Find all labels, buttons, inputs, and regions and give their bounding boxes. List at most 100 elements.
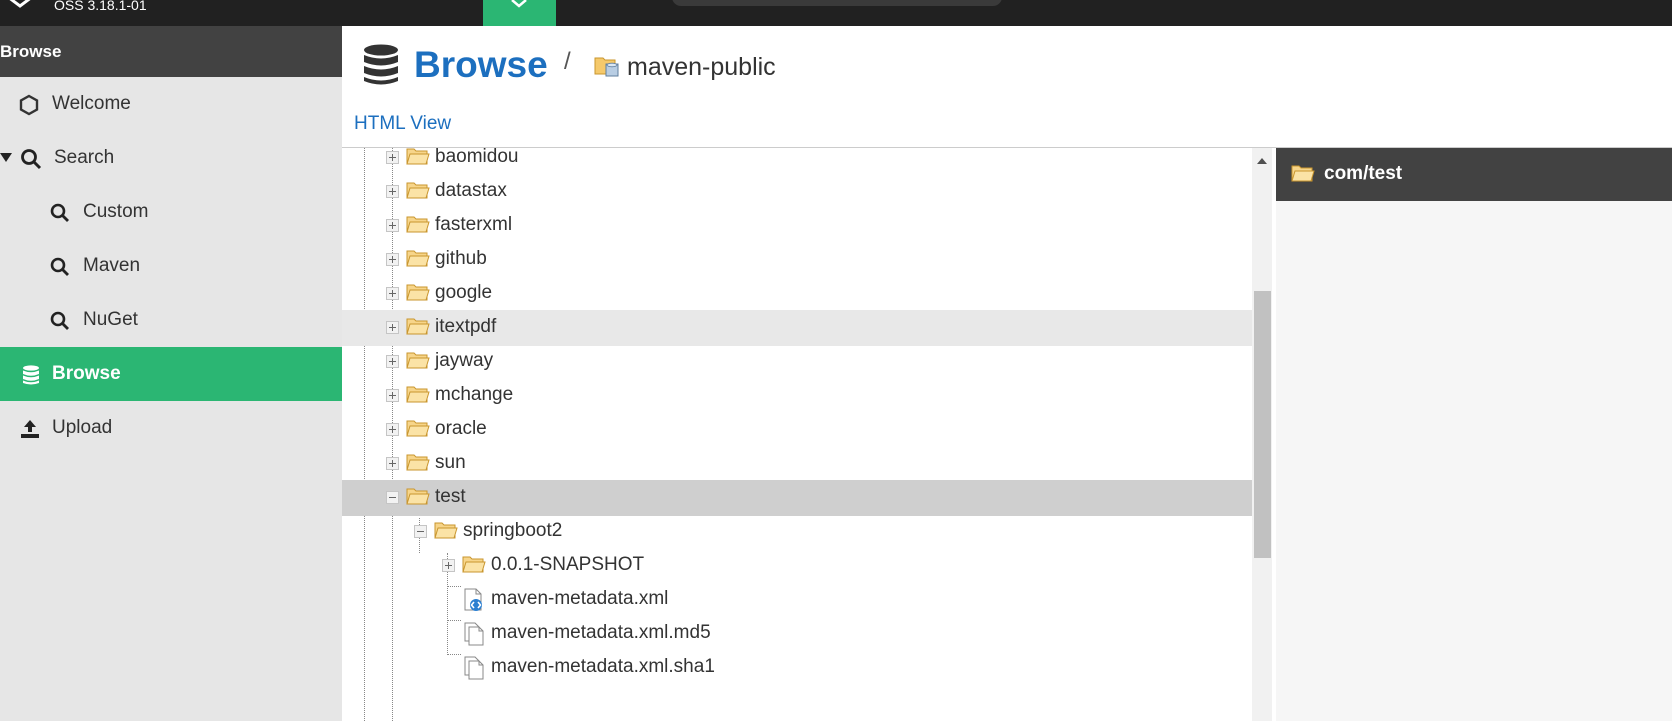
folder-icon <box>462 556 486 573</box>
folder-icon <box>406 182 430 199</box>
folder-icon <box>406 318 430 335</box>
tree-row[interactable]: datastax <box>342 174 1252 210</box>
tree-node-label: github <box>435 248 487 269</box>
folder-icon <box>406 386 430 403</box>
tree-node-label: datastax <box>435 180 507 201</box>
search-icon <box>50 203 69 222</box>
sidebar-item-browse[interactable]: Browse <box>0 347 342 401</box>
top-bar: OSS 3.18.1-01 <box>0 0 1672 26</box>
breadcrumb-separator: / <box>564 48 571 75</box>
tree-node-label: mchange <box>435 384 514 405</box>
sidebar-item-search[interactable]: Search <box>0 131 342 185</box>
tree-row[interactable]: baomidou <box>342 148 1252 176</box>
collapse-icon[interactable] <box>414 525 427 538</box>
sidebar-item-label: Browse <box>52 363 121 384</box>
sidebar-item-welcome[interactable]: Welcome <box>0 77 342 131</box>
expand-icon[interactable] <box>386 151 399 164</box>
tree-node-label: sun <box>435 452 466 473</box>
sidebar-item-label: Maven <box>83 255 141 276</box>
tree-row[interactable]: itextpdf <box>342 310 1252 346</box>
folder-icon <box>406 352 430 369</box>
nexus-logo-icon <box>9 0 31 8</box>
global-search-input[interactable] <box>672 0 1002 6</box>
tree-scrollbar[interactable] <box>1252 148 1272 721</box>
database-icon <box>23 365 39 385</box>
folder-open-icon <box>434 522 458 539</box>
tree-panel[interactable]: baomidou datastax fasterxml github googl… <box>342 148 1252 721</box>
tree-node-label: springboot2 <box>463 520 563 541</box>
expand-icon[interactable] <box>386 321 399 334</box>
hexagon-icon <box>19 94 39 116</box>
tree-row[interactable]: maven-metadata.xml.md5 <box>342 616 1252 652</box>
tree-node-label: test <box>435 486 466 507</box>
folder-icon <box>406 454 430 471</box>
detail-panel: com/test <box>1276 148 1672 721</box>
tree-row-selected[interactable]: test <box>342 480 1252 516</box>
sidebar-item-upload[interactable]: Upload <box>0 401 342 455</box>
tree-row[interactable]: maven-metadata.xml <box>342 582 1252 618</box>
tree-row[interactable]: maven-metadata.xml.sha1 <box>342 650 1252 686</box>
page-title: Browse <box>414 44 548 85</box>
search-icon <box>50 311 69 330</box>
file-icon <box>464 656 484 680</box>
expand-icon[interactable] <box>442 559 455 572</box>
tree-node-label: google <box>435 282 493 303</box>
tree-node-label: maven-metadata.xml.sha1 <box>491 656 715 677</box>
tree-node-label: jayway <box>435 350 494 371</box>
tree-node-label: 0.0.1-SNAPSHOT <box>491 554 645 575</box>
folder-icon <box>406 216 430 233</box>
database-icon <box>364 44 398 85</box>
detail-header: com/test <box>1276 148 1672 201</box>
browse-mode-tab[interactable] <box>483 0 556 26</box>
html-view-link[interactable]: HTML View <box>354 113 451 135</box>
expand-icon[interactable] <box>386 423 399 436</box>
search-icon <box>21 149 42 170</box>
repository-folder-icon <box>594 57 619 77</box>
file-icon <box>464 622 484 646</box>
tree-row[interactable]: sun <box>342 446 1252 482</box>
tree-node-label: maven-metadata.xml.md5 <box>491 622 711 643</box>
content-header: Browse / maven-public HTML View <box>342 26 1672 148</box>
breadcrumb-repository[interactable]: maven-public <box>627 53 776 82</box>
scroll-up-arrow-icon[interactable] <box>1257 158 1267 164</box>
folder-icon <box>406 250 430 267</box>
sidebar-item-label: Custom <box>83 201 149 222</box>
folder-icon <box>406 284 430 301</box>
expand-icon[interactable] <box>386 287 399 300</box>
tree-row[interactable]: springboot2 <box>342 514 1252 550</box>
sidebar-item-maven[interactable]: Maven <box>0 239 342 293</box>
expand-icon[interactable] <box>386 389 399 402</box>
tree-row[interactable]: oracle <box>342 412 1252 448</box>
sidebar-header: Browse <box>0 26 342 77</box>
sidebar-item-label: Search <box>54 147 115 168</box>
folder-icon <box>406 420 430 437</box>
cube-icon <box>511 0 527 8</box>
detail-title: com/test <box>1324 163 1403 184</box>
caret-down-icon[interactable] <box>0 153 12 162</box>
tree-row[interactable]: github <box>342 242 1252 278</box>
collapse-icon[interactable] <box>386 491 399 504</box>
scrollbar-thumb[interactable] <box>1254 291 1271 558</box>
tree-row[interactable]: mchange <box>342 378 1252 414</box>
sidebar-item-label: NuGet <box>83 309 138 330</box>
tree-node-label: fasterxml <box>435 214 513 235</box>
tree-row[interactable]: 0.0.1-SNAPSHOT <box>342 548 1252 584</box>
sidebar-item-custom[interactable]: Custom <box>0 185 342 239</box>
expand-icon[interactable] <box>386 185 399 198</box>
expand-icon[interactable] <box>386 253 399 266</box>
folder-icon <box>406 148 430 165</box>
expand-icon[interactable] <box>386 219 399 232</box>
tree-row[interactable]: google <box>342 276 1252 312</box>
folder-open-icon <box>406 488 430 505</box>
tree-node-label: baomidou <box>435 148 519 167</box>
sidebar-item-nuget[interactable]: NuGet <box>0 293 342 347</box>
tree-row[interactable]: fasterxml <box>342 208 1252 244</box>
expand-icon[interactable] <box>386 355 399 368</box>
tree-row[interactable]: jayway <box>342 344 1252 380</box>
xml-file-icon <box>464 588 482 611</box>
tree-node-label: oracle <box>435 418 487 439</box>
expand-icon[interactable] <box>386 457 399 470</box>
tree-node-label: maven-metadata.xml <box>491 588 669 609</box>
sidebar: Browse Welcome Search Custom Maven NuGet… <box>0 26 342 721</box>
sidebar-item-label: Upload <box>52 417 113 438</box>
